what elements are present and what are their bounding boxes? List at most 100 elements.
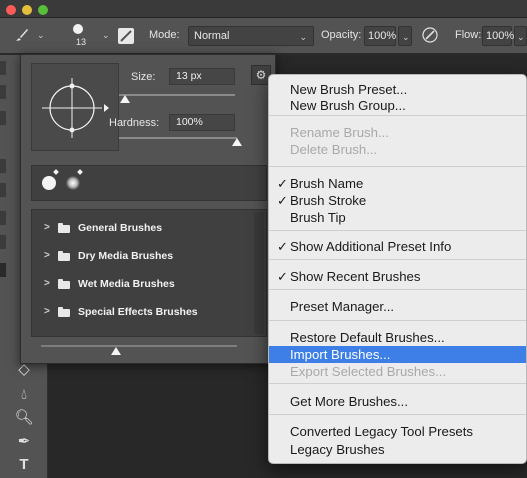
toolbar-edge-marker <box>0 159 6 173</box>
opacity-chevron-down-icon: ⌄ <box>402 32 410 42</box>
toolbar-edge-marker <box>0 235 6 249</box>
menu-separator <box>269 166 526 167</box>
folder-label: Special Effects Brushes <box>78 306 198 318</box>
menu-separator <box>269 320 526 321</box>
menu-item[interactable]: Get More Brushes... <box>269 393 526 410</box>
menu-item-label: Legacy Brushes <box>290 442 385 457</box>
menu-item[interactable]: Restore Default Brushes... <box>269 329 526 346</box>
menu-item[interactable]: ✓ Brush Name <box>269 175 526 192</box>
size-slider-track[interactable] <box>119 94 235 96</box>
minimize-window-button[interactable] <box>22 5 32 15</box>
folder-label: Dry Media Brushes <box>78 250 174 262</box>
menu-item-label: Brush Stroke <box>290 193 367 208</box>
toolbar-edge-marker <box>0 211 6 225</box>
flow-dropdown-button[interactable]: ⌄ <box>514 26 527 46</box>
folders-scrollbar[interactable] <box>254 212 264 334</box>
window-titlebar <box>0 0 527 18</box>
size-slider-thumb[interactable] <box>119 95 130 103</box>
menu-item[interactable]: ✓ Show Additional Preset Info <box>269 238 526 255</box>
size-label: Size: <box>131 71 156 83</box>
toolbar-edge-marker <box>0 263 6 277</box>
recent-brush-hard-round[interactable] <box>42 176 56 190</box>
folder-label: Wet Media Brushes <box>78 278 175 290</box>
menu-item[interactable]: ✓ Brush Stroke <box>269 192 526 209</box>
chevron-right-icon[interactable]: > <box>44 250 50 261</box>
menu-item-label: Preset Manager... <box>290 299 395 314</box>
brush-tool-icon[interactable] <box>14 27 30 46</box>
menu-item-label: Import Brushes... <box>290 347 391 362</box>
list-item[interactable]: > General Brushes <box>32 216 252 243</box>
dodge-tool-icon[interactable]: 🔍︎ <box>14 408 34 428</box>
menu-item[interactable]: Legacy Brushes <box>269 441 526 458</box>
pen-tool-icon[interactable]: ✒︎ <box>14 432 34 452</box>
menu-item[interactable]: Brush Tip <box>269 209 526 226</box>
mode-select[interactable]: Normal ⌄ <box>188 26 314 46</box>
opacity-dropdown-button[interactable]: ⌄ <box>398 26 412 46</box>
toolbar-edge-marker <box>0 183 6 197</box>
brush-picker-chevron-down-icon[interactable]: ⌄ <box>102 30 110 41</box>
brush-angle-marker-icon <box>53 169 59 175</box>
brush-preset-picker-button[interactable]: 13 <box>66 22 96 52</box>
recent-brush-soft-round[interactable] <box>66 176 80 190</box>
size-field[interactable]: 13 px <box>169 68 235 85</box>
list-item[interactable]: > Wet Media Brushes <box>32 272 252 299</box>
pressure-opacity-icon[interactable] <box>421 26 439 47</box>
menu-separator <box>269 414 526 415</box>
close-window-button[interactable] <box>6 5 16 15</box>
flow-field[interactable]: 100% <box>482 26 514 46</box>
checkmark-icon: ✓ <box>277 239 289 254</box>
list-item[interactable]: > Dry Media Brushes <box>32 244 252 271</box>
recent-brushes-strip <box>31 165 267 201</box>
menu-item[interactable]: Preset Manager... <box>269 298 526 315</box>
menu-item-label: Export Selected Brushes... <box>290 364 447 379</box>
folder-icon <box>58 307 70 317</box>
checkmark-icon: ✓ <box>277 193 289 208</box>
hardness-label: Hardness: <box>109 117 160 129</box>
chevron-right-icon[interactable]: > <box>44 278 50 289</box>
menu-separator <box>269 289 526 290</box>
chevron-right-icon[interactable]: > <box>44 306 50 317</box>
blur-tool-icon[interactable]: 💧︎ <box>14 385 34 405</box>
opacity-field[interactable]: 100% <box>364 26 396 46</box>
mode-chevron-down-icon: ⌄ <box>299 32 307 42</box>
preview-size-slider-thumb[interactable] <box>111 347 121 355</box>
brush-preset-picker-panel: Size: 13 px Hardness: 100% ⚙ > General B… <box>20 54 276 364</box>
chevron-right-icon[interactable]: > <box>44 222 50 233</box>
flow-chevron-down-icon: ⌄ <box>517 32 525 42</box>
brush-settings-panel-toggle-icon[interactable] <box>118 28 134 44</box>
brush-size-readout: 13 <box>76 37 87 47</box>
brush-angle-marker-icon <box>77 169 83 175</box>
menu-item: Export Selected Brushes... <box>269 363 526 380</box>
menu-separator <box>269 115 526 116</box>
menu-item[interactable]: Import Brushes... <box>269 346 526 363</box>
tool-preset-chevron-down-icon[interactable]: ⌄ <box>37 30 45 41</box>
hardness-slider-track[interactable] <box>119 137 237 139</box>
type-tool-icon[interactable]: T <box>14 455 34 475</box>
list-item[interactable]: > Special Effects Brushes <box>32 300 252 327</box>
menu-item-label: Delete Brush... <box>290 142 378 157</box>
menu-item-label: Get More Brushes... <box>290 394 408 409</box>
hardness-slider-thumb[interactable] <box>232 138 242 146</box>
folder-icon <box>58 223 70 233</box>
menu-item-label: Show Recent Brushes <box>290 269 421 284</box>
brush-angle-roundness-control[interactable] <box>31 63 119 151</box>
menu-item-label: Rename Brush... <box>290 125 389 140</box>
menu-item[interactable]: Converted Legacy Tool Presets <box>269 423 526 440</box>
menu-item-label: Restore Default Brushes... <box>290 330 445 345</box>
menu-item[interactable]: New Brush Preset... <box>269 81 526 98</box>
preview-size-slider-track[interactable] <box>41 345 237 347</box>
checkmark-icon: ✓ <box>277 176 289 191</box>
menu-separator <box>269 383 526 384</box>
menu-item-label: Brush Name <box>290 176 364 191</box>
flow-label: Flow: <box>455 29 482 41</box>
opacity-value: 100% <box>368 30 397 42</box>
menu-separator <box>269 259 526 260</box>
hardness-field[interactable]: 100% <box>169 114 235 131</box>
menu-item[interactable]: ✓ Show Recent Brushes <box>269 268 526 285</box>
menu-item-label: New Brush Preset... <box>290 82 408 97</box>
mode-value: Normal <box>194 30 230 42</box>
brush-tip-crosshair-icon <box>42 78 109 138</box>
zoom-window-button[interactable] <box>38 5 48 15</box>
toolbar-edge-marker <box>0 61 6 75</box>
menu-item[interactable]: New Brush Group... <box>269 97 526 114</box>
